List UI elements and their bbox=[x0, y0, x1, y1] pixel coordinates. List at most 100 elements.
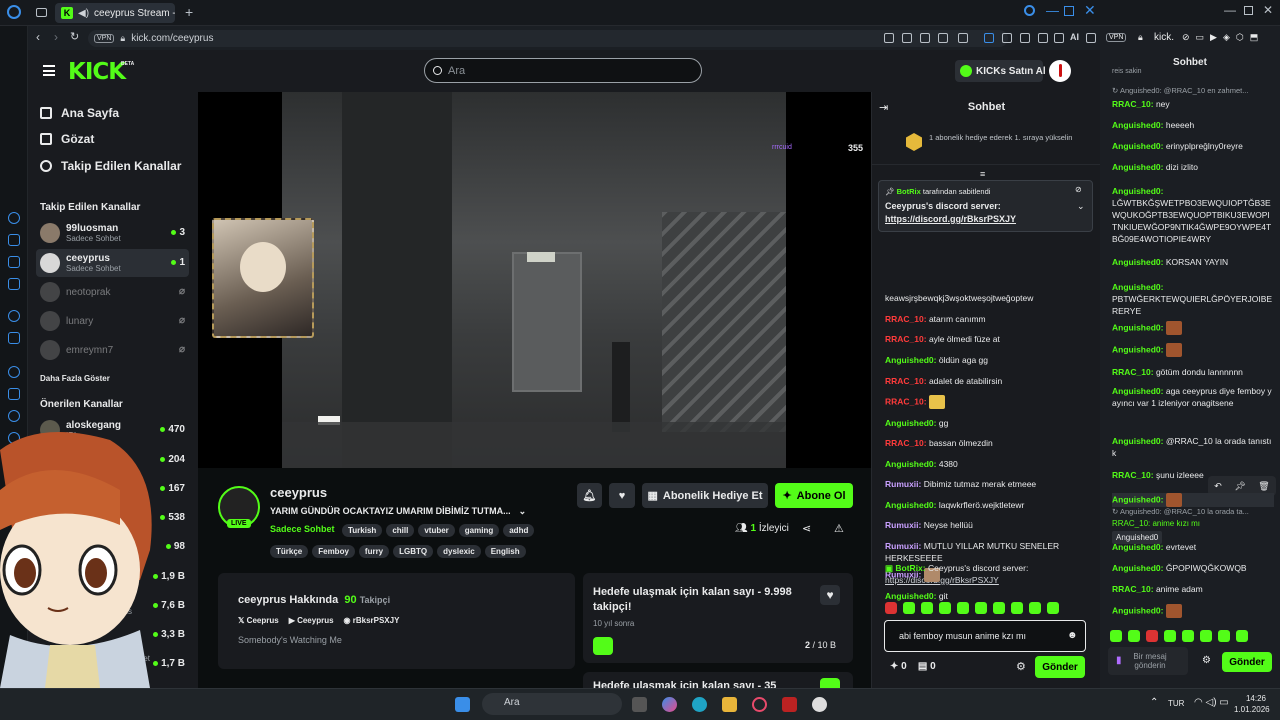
sidebar-twitch-icon[interactable] bbox=[8, 332, 20, 344]
url-field[interactable]: VPN 🔒︎ kick.com/ceeyprus bbox=[88, 30, 1008, 47]
show-more-link[interactable]: Daha Fazla Göster bbox=[40, 374, 110, 383]
stream-category[interactable]: Sadece Sohbet bbox=[270, 524, 335, 534]
side-window-close[interactable]: ✕ bbox=[1263, 3, 1273, 17]
sidebar-chatgpt-icon[interactable] bbox=[8, 310, 20, 322]
followed-channel[interactable]: 99luosman Sadece Sohbet 3 bbox=[36, 219, 189, 247]
nav-following[interactable]: Takip Edilen Kanallar bbox=[40, 159, 181, 173]
follow-heart-button[interactable]: ♥ bbox=[609, 483, 635, 508]
chat-username[interactable]: Rumuxii: bbox=[885, 520, 924, 530]
chat-username[interactable]: Anguished0: bbox=[885, 355, 939, 365]
stream-tag[interactable]: gaming bbox=[458, 524, 500, 537]
sidebar-messenger-icon[interactable] bbox=[8, 212, 20, 224]
x-social-link[interactable]: 𝕏 Ceeprus bbox=[238, 616, 279, 625]
notification-bell-button[interactable]: 🔔︎ bbox=[577, 483, 602, 508]
side-url[interactable]: kick. bbox=[1154, 32, 1174, 43]
stream-tag[interactable]: vtuber bbox=[418, 524, 455, 537]
search-input[interactable]: Ara bbox=[424, 58, 702, 83]
chat-username[interactable]: Anguished0: bbox=[885, 591, 939, 601]
new-tab-button[interactable]: + bbox=[185, 4, 193, 20]
chat-username[interactable]: RRAC_10: bbox=[885, 396, 929, 406]
sidebar-cube-icon[interactable] bbox=[8, 388, 20, 400]
chat-input[interactable]: abi femboy musun anime kzı mı ☻ bbox=[884, 620, 1086, 652]
followed-channel-offline[interactable]: neotoprak ⌀ bbox=[36, 278, 189, 306]
send-icon[interactable] bbox=[938, 33, 948, 43]
chevron-down-icon[interactable]: ⌄ bbox=[519, 506, 527, 517]
chat-username[interactable]: RRAC_10: bbox=[885, 334, 929, 344]
vpn-badge[interactable]: VPN bbox=[94, 34, 115, 43]
sidebar-news-icon[interactable] bbox=[8, 256, 20, 268]
expand-pinned-icon[interactable]: ⌄ bbox=[1077, 201, 1085, 212]
followed-channel-offline[interactable]: emreymn7 ⌀ bbox=[36, 336, 189, 364]
edge-icon[interactable] bbox=[692, 697, 707, 712]
stream-tag[interactable]: Femboy bbox=[312, 545, 355, 558]
followed-channel-offline[interactable]: lunary ⌀ bbox=[36, 307, 189, 335]
explorer-icon[interactable] bbox=[722, 697, 737, 712]
chat-settings-icon[interactable]: ⚙ bbox=[1016, 660, 1026, 673]
clock[interactable]: 14:26 1.01.2026 bbox=[1234, 693, 1270, 715]
side-window-minimize[interactable]: — bbox=[1224, 3, 1236, 17]
youtube-social-link[interactable]: ▶ Ceeyprus bbox=[289, 616, 334, 625]
sidebar-history-icon[interactable] bbox=[8, 410, 20, 422]
download-icon[interactable] bbox=[1038, 33, 1048, 43]
maximize-button[interactable] bbox=[1064, 6, 1074, 16]
chat-username[interactable]: RRAC_10: bbox=[885, 438, 929, 448]
browser-tab[interactable]: K ◀) ceeyprus Stream - Wat bbox=[55, 3, 175, 23]
extension-icon[interactable] bbox=[984, 33, 994, 43]
subscribe-button[interactable]: ✦ Abone Ol bbox=[775, 483, 853, 508]
chat-username[interactable]: Rumuxii: bbox=[885, 541, 924, 551]
stream-tag[interactable]: English bbox=[484, 545, 526, 558]
side-vpn-badge[interactable]: VPN bbox=[1106, 33, 1127, 42]
stream-tag[interactable]: Turkish bbox=[342, 524, 383, 537]
opera-gx-icon[interactable] bbox=[752, 697, 767, 712]
chat-username[interactable]: Anguished0: bbox=[885, 459, 939, 469]
sidebar-bag-icon[interactable] bbox=[8, 234, 20, 246]
followed-channel-active[interactable]: ceeyprus Sadece Sohbet 1 bbox=[36, 249, 189, 277]
video-popout-icon[interactable] bbox=[920, 33, 930, 43]
search-icon[interactable] bbox=[1024, 5, 1035, 16]
streamer-name[interactable]: ceeyprus bbox=[270, 485, 327, 500]
tray-chevron-icon[interactable]: ⌃ bbox=[1150, 697, 1158, 708]
start-icon[interactable] bbox=[455, 697, 470, 712]
stream-tag[interactable]: adhd bbox=[503, 524, 535, 537]
taskbar-search[interactable]: Ara bbox=[482, 693, 622, 715]
filter-icon[interactable]: ≡ bbox=[980, 169, 985, 179]
user-avatar[interactable] bbox=[1049, 60, 1071, 82]
reload-icon[interactable]: ↻ bbox=[70, 30, 79, 43]
menu-icon[interactable] bbox=[1086, 33, 1096, 43]
stream-tag[interactable]: furry bbox=[358, 545, 390, 558]
wallet-icon[interactable] bbox=[1054, 33, 1064, 43]
kick-logo[interactable]: KICK bbox=[68, 59, 126, 85]
report-icon[interactable]: ⚠ bbox=[834, 522, 844, 535]
stream-tag[interactable]: dyslexic bbox=[437, 545, 481, 558]
pinned-message[interactable]: 📌︎ BotRix tarafından sabitlendi ⊘ ⌄ Ceey… bbox=[878, 180, 1093, 232]
network-volume-icons[interactable]: ◠ ◁) ▭ bbox=[1194, 697, 1229, 708]
minimize-button[interactable]: — bbox=[1046, 3, 1059, 18]
aria-ai-button[interactable]: AI bbox=[1070, 32, 1079, 42]
tab-overview-icon[interactable] bbox=[36, 8, 47, 17]
app-icon[interactable] bbox=[782, 697, 797, 712]
puzzle-icon[interactable] bbox=[1002, 33, 1012, 43]
stream-tag[interactable]: chill bbox=[386, 524, 415, 537]
sidebar-mail-icon[interactable] bbox=[8, 278, 20, 290]
nav-home[interactable]: Ana Sayfa bbox=[40, 106, 119, 120]
stream-tag[interactable]: Türkçe bbox=[270, 545, 309, 558]
channel-points[interactable]: ✦ 0 ▤ 0 bbox=[890, 661, 936, 672]
app-icon-2[interactable] bbox=[812, 697, 827, 712]
cube-icon[interactable] bbox=[1020, 33, 1030, 43]
copilot-icon[interactable] bbox=[662, 697, 677, 712]
unpin-icon[interactable]: ⊘ bbox=[1075, 185, 1082, 194]
language-indicator[interactable]: TUR bbox=[1168, 699, 1184, 708]
sidebar-opera-icon[interactable] bbox=[8, 366, 20, 378]
close-button[interactable]: ✕ bbox=[1084, 2, 1096, 19]
taskview-icon[interactable] bbox=[632, 697, 647, 712]
pin-icon[interactable] bbox=[884, 33, 894, 43]
back-icon[interactable]: ‹ bbox=[36, 30, 40, 44]
goal-heart-button[interactable]: ♥ bbox=[820, 585, 840, 605]
discord-social-link[interactable]: ◉ rBksrPSXJY bbox=[344, 616, 400, 625]
chat-username[interactable]: RRAC_10: bbox=[885, 314, 929, 324]
forward-icon[interactable]: › bbox=[54, 30, 58, 44]
send-button[interactable]: Gönder bbox=[1035, 656, 1085, 678]
opera-logo-icon[interactable] bbox=[7, 5, 21, 19]
emoji-icon[interactable]: ☻ bbox=[1067, 630, 1078, 641]
chat-username[interactable]: RRAC_10: bbox=[885, 376, 929, 386]
